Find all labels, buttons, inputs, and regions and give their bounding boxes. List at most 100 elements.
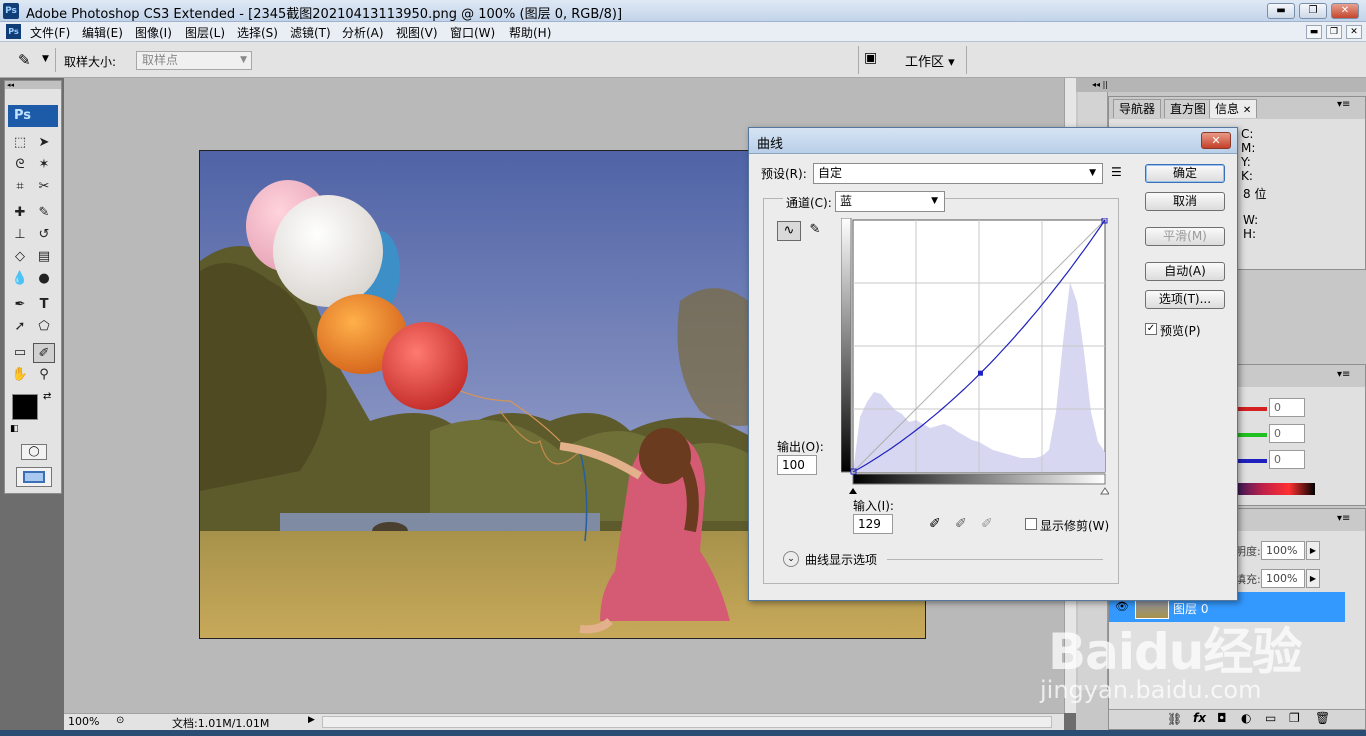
blue-slider[interactable]: [1237, 459, 1267, 463]
pen-tool-icon[interactable]: ✒: [9, 295, 31, 315]
curve-graph[interactable]: [841, 218, 1109, 496]
fx-icon[interactable]: fx: [1193, 711, 1206, 725]
panel-menu-icon[interactable]: ▾≡: [1337, 369, 1350, 380]
magic-wand-tool-icon[interactable]: ✶: [33, 155, 55, 175]
status-info-icon[interactable]: ⊙: [116, 715, 124, 726]
horizontal-scrollbar[interactable]: [322, 716, 1052, 728]
link-layers-icon[interactable]: ⛓: [1167, 712, 1182, 726]
gray-point-eyedropper-icon[interactable]: ✐: [955, 516, 967, 532]
clone-stamp-tool-icon[interactable]: ⊥: [9, 225, 31, 245]
preview-checkbox[interactable]: ✓: [1145, 323, 1157, 335]
brush-tool-icon[interactable]: ✎: [33, 203, 55, 223]
pencil-tool-icon[interactable]: ✎: [805, 221, 825, 241]
shape-tool-icon[interactable]: ⬠: [33, 317, 55, 337]
quick-mask-icon[interactable]: ◯: [21, 444, 47, 460]
menu-window[interactable]: 窗口(W): [450, 24, 495, 41]
delete-layer-icon[interactable]: 🗑: [1315, 711, 1330, 725]
menu-select[interactable]: 选择(S): [237, 24, 278, 41]
curve-display-options-label[interactable]: 曲线显示选项: [805, 551, 877, 568]
white-point-eyedropper-icon[interactable]: ✐: [981, 516, 993, 532]
green-slider[interactable]: [1237, 433, 1267, 437]
chevron-down-icon[interactable]: ▼: [42, 54, 49, 64]
path-selection-tool-icon[interactable]: ➚: [9, 317, 31, 337]
zoom-tool-icon[interactable]: ⚲: [33, 365, 55, 385]
adjustment-layer-icon[interactable]: ◐: [1241, 711, 1251, 725]
notes-tool-icon[interactable]: ▭: [9, 343, 31, 363]
ok-button[interactable]: 确定: [1145, 164, 1225, 183]
dodge-tool-icon[interactable]: ●: [33, 269, 55, 289]
eyedropper-tool-preset-icon[interactable]: ✎: [18, 51, 31, 69]
sample-size-select[interactable]: 取样点 ▼: [136, 51, 252, 70]
minimize-button[interactable]: ▬: [1267, 3, 1295, 19]
tab-navigator[interactable]: 导航器: [1113, 99, 1162, 118]
panel-menu-icon[interactable]: ▾≡: [1337, 513, 1350, 524]
opacity-slider-arrow-icon[interactable]: ▶: [1306, 541, 1320, 560]
move-tool-icon[interactable]: ➤: [33, 133, 55, 153]
restore-button[interactable]: ❐: [1299, 3, 1327, 19]
preset-select[interactable]: 自定 ▼: [813, 163, 1103, 184]
screen-mode-button[interactable]: [16, 467, 52, 487]
doc-restore-button[interactable]: ❐: [1326, 25, 1342, 39]
expand-chevron-icon[interactable]: ⌄: [783, 551, 799, 567]
menu-file[interactable]: 文件(F): [30, 24, 70, 41]
cancel-button[interactable]: 取消: [1145, 192, 1225, 211]
menu-filter[interactable]: 滤镜(T): [290, 24, 331, 41]
new-layer-icon[interactable]: ❐: [1289, 711, 1300, 725]
close-icon[interactable]: ✕: [1201, 132, 1231, 149]
menu-edit[interactable]: 编辑(E): [82, 24, 123, 41]
menu-image[interactable]: 图像(I): [135, 24, 172, 41]
fill-slider-arrow-icon[interactable]: ▶: [1306, 569, 1320, 588]
new-group-icon[interactable]: ▭: [1265, 711, 1276, 725]
slice-tool-icon[interactable]: ✂: [33, 177, 55, 197]
tab-histogram[interactable]: 直方图: [1164, 99, 1213, 118]
close-button[interactable]: ✕: [1331, 3, 1359, 19]
curve-point-tool-icon[interactable]: ∿: [777, 221, 801, 241]
red-slider[interactable]: [1237, 407, 1267, 411]
blue-value-field[interactable]: 0: [1269, 450, 1305, 469]
tab-info[interactable]: 信息 ✕: [1209, 99, 1258, 118]
menu-view[interactable]: 视图(V): [396, 24, 438, 41]
doc-close-button[interactable]: ✕: [1346, 25, 1362, 39]
red-value-field[interactable]: 0: [1269, 398, 1305, 417]
channel-select[interactable]: 蓝 ▼: [835, 191, 945, 212]
auto-button[interactable]: 自动(A): [1145, 262, 1225, 281]
default-colors-icon[interactable]: ◧: [10, 424, 19, 434]
layer-opacity-field[interactable]: 100%: [1261, 541, 1305, 560]
healing-brush-tool-icon[interactable]: ✚: [9, 203, 31, 223]
eraser-tool-icon[interactable]: ◇: [9, 247, 31, 267]
swap-colors-icon[interactable]: ⇄: [43, 391, 51, 402]
preset-options-icon[interactable]: ☰: [1111, 165, 1122, 179]
panel-dock-grip[interactable]: ◂◂ ||: [1076, 78, 1366, 92]
show-clipping-checkbox[interactable]: [1025, 518, 1037, 530]
history-brush-tool-icon[interactable]: ↺: [33, 225, 55, 245]
bridge-icon[interactable]: ▣: [864, 50, 886, 68]
menu-help[interactable]: 帮助(H): [509, 24, 551, 41]
add-mask-icon[interactable]: ◘: [1217, 711, 1227, 725]
color-spectrum-bar[interactable]: [1237, 483, 1315, 495]
black-point-eyedropper-icon[interactable]: ✐: [929, 516, 941, 532]
workspace-menu[interactable]: 工作区 ▾: [905, 51, 955, 70]
gradient-tool-icon[interactable]: ▤: [33, 247, 55, 267]
panel-menu-icon[interactable]: ▾≡: [1337, 99, 1350, 110]
green-value-field[interactable]: 0: [1269, 424, 1305, 443]
hand-tool-icon[interactable]: ✋: [9, 365, 31, 385]
status-menu-arrow-icon[interactable]: ▶: [308, 715, 315, 725]
options-button[interactable]: 选项(T)...: [1145, 290, 1225, 309]
close-icon[interactable]: ✕: [1243, 105, 1251, 116]
toolbox-grip[interactable]: ◂◂: [5, 81, 61, 89]
toolbox-logo[interactable]: Ps: [8, 105, 58, 127]
type-tool-icon[interactable]: T: [33, 295, 55, 315]
zoom-level[interactable]: 100%: [68, 715, 114, 728]
layer-fill-field[interactable]: 100%: [1261, 569, 1305, 588]
crop-tool-icon[interactable]: ⌗: [9, 177, 31, 197]
doc-minimize-button[interactable]: ▬: [1306, 25, 1322, 39]
eyedropper-tool-icon[interactable]: ✐: [33, 343, 55, 363]
menu-analysis[interactable]: 分析(A): [342, 24, 384, 41]
foreground-color-swatch[interactable]: [12, 394, 38, 420]
input-field[interactable]: 129: [853, 514, 893, 534]
blur-tool-icon[interactable]: 💧: [9, 269, 31, 289]
lasso-tool-icon[interactable]: ᘓ: [9, 155, 31, 175]
marquee-tool-icon[interactable]: ⬚: [9, 133, 31, 153]
curves-dialog-titlebar[interactable]: 曲线 ✕: [749, 128, 1237, 154]
output-field[interactable]: 100: [777, 455, 817, 475]
